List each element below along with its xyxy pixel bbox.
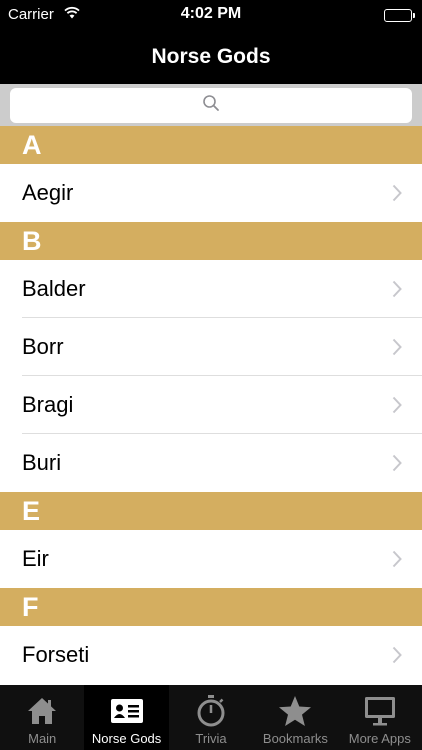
chevron-right-icon [392, 184, 402, 202]
chevron-right-icon [392, 338, 402, 356]
search-bar [0, 84, 422, 126]
tab-label: Bookmarks [262, 731, 328, 746]
battery-icon [384, 9, 415, 22]
list-item[interactable]: Bragi [0, 376, 422, 434]
list-item-label: Forseti [22, 642, 90, 667]
tab-bar: Main Norse Gods Trivia Bookmarks More Ap… [0, 685, 422, 750]
tab-label: Main [28, 731, 57, 746]
tab-main[interactable]: Main [0, 685, 84, 750]
monitor-icon [363, 693, 397, 729]
tab-norse-gods[interactable]: Norse Gods [84, 685, 169, 750]
list-item[interactable]: Eir [0, 530, 422, 588]
tab-trivia[interactable]: Trivia [169, 685, 253, 750]
section-header-b: B [0, 222, 422, 260]
status-time: 4:02 PM [180, 5, 242, 22]
list-item-label: Borr [22, 334, 64, 359]
house-icon [26, 693, 58, 729]
list-item-label: Bragi [22, 392, 74, 417]
status-bar: Carrier 4:02 PM [0, 0, 422, 30]
tab-label: Trivia [195, 731, 227, 746]
gods-list: A Aegir B Balder Borr Bragi Buri E Eir F… [0, 126, 422, 684]
list-item-label: Buri [22, 450, 62, 475]
page-title: Norse Gods [151, 45, 271, 68]
list-item-label: Aegir [22, 180, 74, 205]
tab-label: Norse Gods [91, 731, 162, 746]
section-header-f: F [0, 588, 422, 626]
chevron-right-icon [392, 550, 402, 568]
list-item[interactable]: Borr [0, 318, 422, 376]
search-icon [202, 94, 220, 117]
tab-bookmarks[interactable]: Bookmarks [253, 685, 337, 750]
list-item[interactable]: Buri [0, 434, 422, 492]
navigation-bar: Norse Gods [0, 30, 422, 84]
star-icon [278, 693, 312, 729]
tab-more-apps[interactable]: More Apps [338, 685, 422, 750]
section-header-a: A [0, 126, 422, 164]
stopwatch-icon [195, 693, 227, 729]
list-item-label: Balder [22, 276, 86, 301]
list-item[interactable]: Aegir [0, 164, 422, 222]
chevron-right-icon [392, 646, 402, 664]
id-card-icon [110, 693, 144, 729]
list-item-label: Eir [22, 546, 49, 571]
chevron-right-icon [392, 396, 402, 414]
chevron-right-icon [392, 280, 402, 298]
section-header-e: E [0, 492, 422, 530]
search-input[interactable] [10, 88, 412, 123]
chevron-right-icon [392, 454, 402, 472]
list-item[interactable]: Forseti [0, 626, 422, 684]
tab-label: More Apps [348, 731, 411, 746]
list-item[interactable]: Balder [0, 260, 422, 318]
